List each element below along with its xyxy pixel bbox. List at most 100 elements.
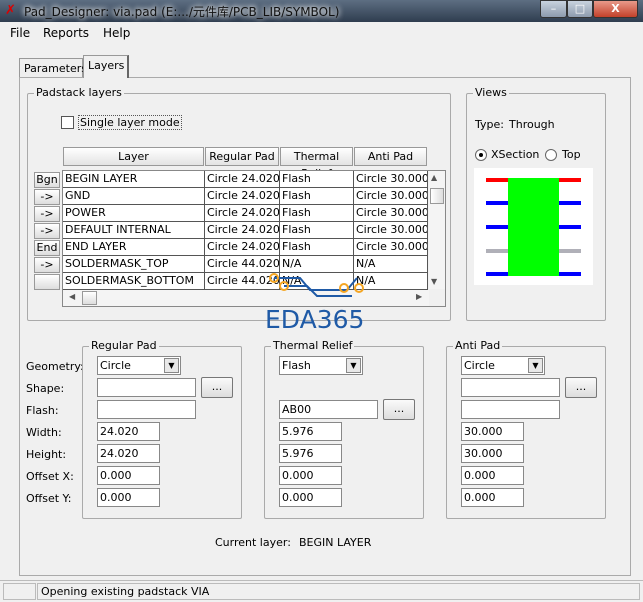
thermal-geometry-value: Flash (282, 359, 311, 372)
scroll-up-icon[interactable]: ▲ (431, 173, 437, 182)
cell-anti-pad[interactable]: Circle 30.000 (354, 171, 428, 188)
regular-pad-label: Regular Pad (89, 339, 159, 352)
cell-thermal-relief[interactable]: Flash (280, 239, 354, 256)
cell-regular-pad[interactable]: Circle 24.020 (205, 205, 280, 222)
column-header-regular-pad[interactable]: Regular Pad (205, 147, 279, 166)
column-header-anti-pad[interactable]: Anti Pad (354, 147, 427, 166)
cell-thermal-relief[interactable]: Flash (280, 222, 354, 239)
xsection-label[interactable]: XSection (491, 148, 539, 161)
cell-thermal-relief[interactable]: Flash (280, 205, 354, 222)
thermal-offset-x-input[interactable]: 0.000 (279, 466, 342, 485)
status-pane (3, 583, 36, 600)
cell-layer[interactable]: DEFAULT INTERNAL (63, 222, 205, 239)
anti-width-input[interactable]: 30.000 (461, 422, 524, 441)
thermal-flash-input[interactable]: AB00 (279, 400, 378, 419)
dropdown-arrow-icon: ▼ (346, 358, 361, 373)
close-button[interactable]: X (593, 0, 638, 18)
column-header-thermal-relief[interactable]: Thermal Relief (280, 147, 353, 180)
cell-layer[interactable]: BEGIN LAYER (63, 171, 205, 188)
vertical-scrollbar[interactable]: ▲ ▼ (429, 171, 445, 289)
regular-offset-y-input[interactable]: 0.000 (97, 488, 160, 507)
menu-bar: File Reports Help (0, 22, 643, 44)
type-label: Type: (475, 118, 504, 131)
cell-layer[interactable]: GND (63, 188, 205, 205)
anti-flash-input[interactable] (461, 400, 560, 419)
anti-shape-input[interactable] (461, 378, 560, 397)
layer-nav-button[interactable] (34, 274, 60, 290)
anti-shape-browse-button[interactable]: ... (565, 377, 597, 398)
thermal-relief-label: Thermal Relief (271, 339, 355, 352)
cell-regular-pad[interactable]: Circle 24.020 (205, 171, 280, 188)
current-layer-label: Current layer: (215, 536, 291, 549)
menu-reports[interactable]: Reports (43, 26, 89, 40)
regular-shape-input[interactable] (97, 378, 196, 397)
anti-pad-label: Anti Pad (453, 339, 503, 352)
cell-layer[interactable]: SOLDERMASK_BOTTOM (63, 273, 205, 290)
tab-layers[interactable]: Layers (83, 55, 129, 78)
cell-thermal-relief[interactable]: Flash (280, 188, 354, 205)
cell-regular-pad[interactable]: Circle 24.020 (205, 222, 280, 239)
regular-shape-browse-button[interactable]: ... (201, 377, 233, 398)
cell-layer[interactable]: SOLDERMASK_TOP (63, 256, 205, 273)
anti-offset-x-input[interactable]: 0.000 (461, 466, 524, 485)
field-label: Geometry: (26, 360, 84, 373)
single-layer-mode-label[interactable]: Single layer mode (78, 115, 182, 130)
regular-offset-x-input[interactable]: 0.000 (97, 466, 160, 485)
menu-file[interactable]: File (10, 26, 30, 40)
layer-nav-button[interactable]: Bgn (34, 172, 60, 188)
minimize-button[interactable]: – (540, 0, 567, 18)
hscroll-thumb[interactable] (82, 291, 97, 305)
thermal-height-input[interactable]: 5.976 (279, 444, 342, 463)
anti-offset-y-input[interactable]: 0.000 (461, 488, 524, 507)
field-label: Width: (26, 426, 62, 439)
layer-nav-button[interactable]: -> (34, 189, 60, 205)
cell-layer[interactable]: POWER (63, 205, 205, 222)
anti-geometry-value: Circle (464, 359, 495, 372)
regular-flash-input[interactable] (97, 400, 196, 419)
layer-nav-button[interactable]: End (34, 240, 60, 256)
thermal-width-input[interactable]: 5.976 (279, 422, 342, 441)
scroll-thumb[interactable] (430, 188, 444, 204)
dropdown-arrow-icon: ▼ (528, 358, 543, 373)
single-layer-mode-checkbox[interactable] (61, 116, 74, 129)
field-label: Offset Y: (26, 492, 72, 505)
cell-anti-pad[interactable]: Circle 30.000 (354, 188, 428, 205)
top-radio[interactable] (545, 149, 557, 161)
top-label[interactable]: Top (562, 148, 581, 161)
drill-barrel (508, 178, 559, 276)
thermal-offset-y-input[interactable]: 0.000 (279, 488, 342, 507)
maximize-button[interactable]: □ (567, 0, 593, 18)
regular-geometry-select[interactable]: Circle ▼ (97, 356, 181, 375)
column-header-layer[interactable]: Layer (63, 147, 204, 166)
field-label: Shape: (26, 382, 65, 395)
regular-width-input[interactable]: 24.020 (97, 422, 160, 441)
anti-height-input[interactable]: 30.000 (461, 444, 524, 463)
layer-nav-button[interactable]: -> (34, 257, 60, 273)
cell-anti-pad[interactable]: Circle 30.000 (354, 239, 428, 256)
cell-anti-pad[interactable]: Circle 30.000 (354, 205, 428, 222)
thermal-geometry-select[interactable]: Flash ▼ (279, 356, 363, 375)
anti-geometry-select[interactable]: Circle ▼ (461, 356, 545, 375)
scroll-left-icon[interactable]: ◀ (69, 292, 75, 301)
window-title: Pad_Designer: via.pad (E:.../元件库/PCB_LIB… (24, 5, 340, 19)
field-label: Offset X: (26, 470, 74, 483)
regular-height-input[interactable]: 24.020 (97, 444, 160, 463)
cell-layer[interactable]: END LAYER (63, 239, 205, 256)
tab-parameters[interactable]: Parameters (19, 58, 87, 78)
cell-anti-pad[interactable]: Circle 30.000 (354, 222, 428, 239)
cell-regular-pad[interactable]: Circle 24.020 (205, 188, 280, 205)
status-text: Opening existing padstack VIA (37, 583, 640, 600)
menu-help[interactable]: Help (103, 26, 130, 40)
thermal-flash-browse-button[interactable]: ... (383, 399, 415, 420)
layer-nav-button[interactable]: -> (34, 223, 60, 239)
layer-nav-button[interactable]: -> (34, 206, 60, 222)
status-bar: Opening existing padstack VIA (0, 580, 643, 602)
cell-regular-pad[interactable]: Circle 24.020 (205, 239, 280, 256)
field-label: Flash: (26, 404, 59, 417)
cell-thermal-relief[interactable]: Flash (280, 171, 354, 188)
scroll-down-icon[interactable]: ▼ (431, 277, 437, 286)
title-bar: ✗ Pad_Designer: via.pad (E:.../元件库/PCB_L… (0, 0, 643, 22)
padstack-layers-label: Padstack layers (34, 86, 124, 99)
xsection-radio[interactable] (475, 149, 487, 161)
scroll-right-icon[interactable]: ▶ (416, 292, 422, 301)
